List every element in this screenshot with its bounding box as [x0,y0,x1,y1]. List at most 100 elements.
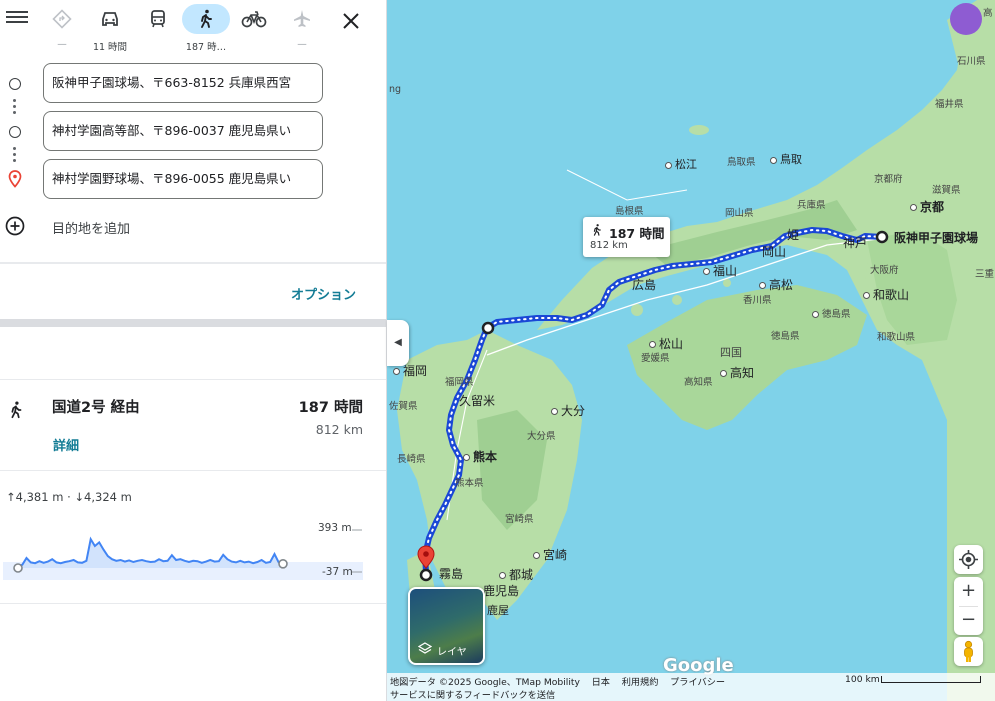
city-label-kanoya: 鹿屋 [487,604,509,617]
mode-car-label: 11 時間 [92,42,128,53]
options-button[interactable]: オプション [291,284,356,303]
elevation-min-label: -37 m [322,566,353,578]
layers-label: レイヤ [437,647,467,658]
menu-icon[interactable] [6,8,28,30]
route-option[interactable]: 国道2号 経由 187 時間 812 km 詳細 [0,380,386,470]
city-label-tottori: 鳥取 [770,151,802,167]
map-label: 京都府 [874,174,903,185]
divider [0,603,386,604]
train-icon [151,10,165,28]
layers-icon [418,642,432,654]
mode-best-label: — [57,39,67,50]
stop-input[interactable]: 神村学園高等部、〒896-0037 鹿児島県い [43,111,323,151]
section-divider [0,319,386,327]
map-label: 大分県 [527,431,556,442]
waypoint-destination-row: 神村学園野球場、〒896-0055 鹿児島県い [0,159,386,199]
city-label-oita: 大分 [551,402,585,419]
route-start-marker [875,230,889,244]
city-label-matsue: 松江 [665,156,697,172]
map-label: 徳島県 [812,306,851,320]
map-label: 四国 [720,346,742,359]
elevation-stats: ↑4,381 m · ↓4,324 m [6,490,132,504]
map-label: 三重 [975,269,995,280]
city-label-wakayama: 和歌山 [863,286,909,303]
bicycle-icon [241,11,267,28]
feedback-link[interactable]: サービスに関するフィードバックを送信 [390,687,555,701]
map-label: 島根県 [615,206,644,217]
region-link[interactable]: 日本 [592,677,610,688]
city-label-miyakonojo: 都城 [499,566,533,583]
street-view-pegman[interactable] [954,637,983,666]
map-label: 岡山県 [725,208,754,219]
zoom-out-button[interactable]: − [954,606,983,635]
waypoint-origin-row: 阪神甲子園球場、〒663-8152 兵庫県西宮 [0,63,386,103]
mode-walk[interactable]: 187 時… [182,4,230,54]
add-circle-icon [5,216,25,236]
map-label: 長崎県 [397,454,426,465]
descent-value: 4,324 m [84,490,132,504]
city-label-kirishima: 霧島 [439,567,464,581]
origin-input[interactable]: 阪神甲子園球場、〒663-8152 兵庫県西宮 [43,63,323,103]
map-label: 和歌山県 [877,332,916,343]
mode-flight-label: — [297,39,307,50]
elevation-max-label: 393 m [318,522,352,534]
origin-circle-icon [9,78,21,90]
crosshair-icon [959,550,978,569]
city-label-himeji: 姫 [787,228,800,242]
city-label-kobe: 神戸 [843,236,868,250]
map-label: 宮崎県 [505,514,534,525]
diamond-route-icon [52,9,72,29]
map-label: 徳島県 [771,331,800,342]
city-label-takamatsu: 高松 [759,276,793,293]
mode-bike[interactable] [230,4,278,54]
route-time-bubble[interactable]: 187 時間 812 km [583,217,670,257]
layers-button[interactable]: レイヤ [408,587,485,665]
map-label: 兵庫県 [797,200,826,211]
airplane-icon [294,10,310,27]
waypoint-stop-row: 神村学園高等部、〒896-0037 鹿児島県い [0,111,386,151]
route-stop-marker [481,321,495,335]
terms-link[interactable]: 利用規約 [622,677,659,688]
map-label: 愛媛県 [641,353,670,364]
city-label-kurume: 久留米 [459,394,496,408]
mode-transit[interactable] [134,4,182,54]
mode-car[interactable]: 11 時間 [86,4,134,54]
destination-input[interactable]: 神村学園野球場、〒896-0055 鹿児島県い [43,159,323,199]
zoom-in-button[interactable]: + [954,577,983,606]
travel-mode-bar: — 11 時間 187 時… — [0,0,386,56]
map-label: 香川県 [743,295,772,306]
google-maps-directions: — 11 時間 187 時… — 阪神甲子園球場、〒663-8152 兵庫県西宮… [0,0,995,701]
collapse-panel-button[interactable]: ◀ [387,320,409,366]
divider [0,470,386,471]
city-label-kumamoto: 熊本 [463,448,497,465]
mode-walk-label: 187 時… [185,42,227,53]
map-label: 鳥取県 [727,157,756,168]
account-avatar[interactable] [950,3,982,35]
map-label: 大阪府 [870,265,899,276]
privacy-link[interactable]: プライバシー [670,677,725,688]
walk-icon [11,401,22,419]
destination-pin-icon [8,170,22,188]
close-icon[interactable] [338,8,364,34]
map-label: 滋賀県 [932,185,961,196]
walk-icon [593,224,601,236]
scale-label[interactable]: 100 km [845,674,880,685]
route-duration: 187 時間 [298,400,363,416]
map-label: ng [389,84,402,95]
map-label: 福井県 [935,99,964,110]
city-label-kochi: 高知 [720,364,754,381]
elevation-start-marker [13,563,23,573]
city-label-miyazaki: 宮崎 [533,546,567,563]
mode-best-route[interactable]: — [38,4,86,54]
divider [0,262,386,264]
mode-flight[interactable]: — [278,4,326,54]
my-location-button[interactable] [954,545,983,574]
route-details-link[interactable]: 詳細 [53,435,79,454]
add-destination-button[interactable]: 目的地を追加 [0,212,386,242]
pegman-icon [964,640,973,662]
elevation-line [17,536,284,567]
city-label-kagoshima: 鹿児島 [483,584,520,598]
bubble-distance: 812 km [590,240,628,251]
elevation-end-marker [278,559,288,569]
map-label: 高知県 [684,377,713,388]
